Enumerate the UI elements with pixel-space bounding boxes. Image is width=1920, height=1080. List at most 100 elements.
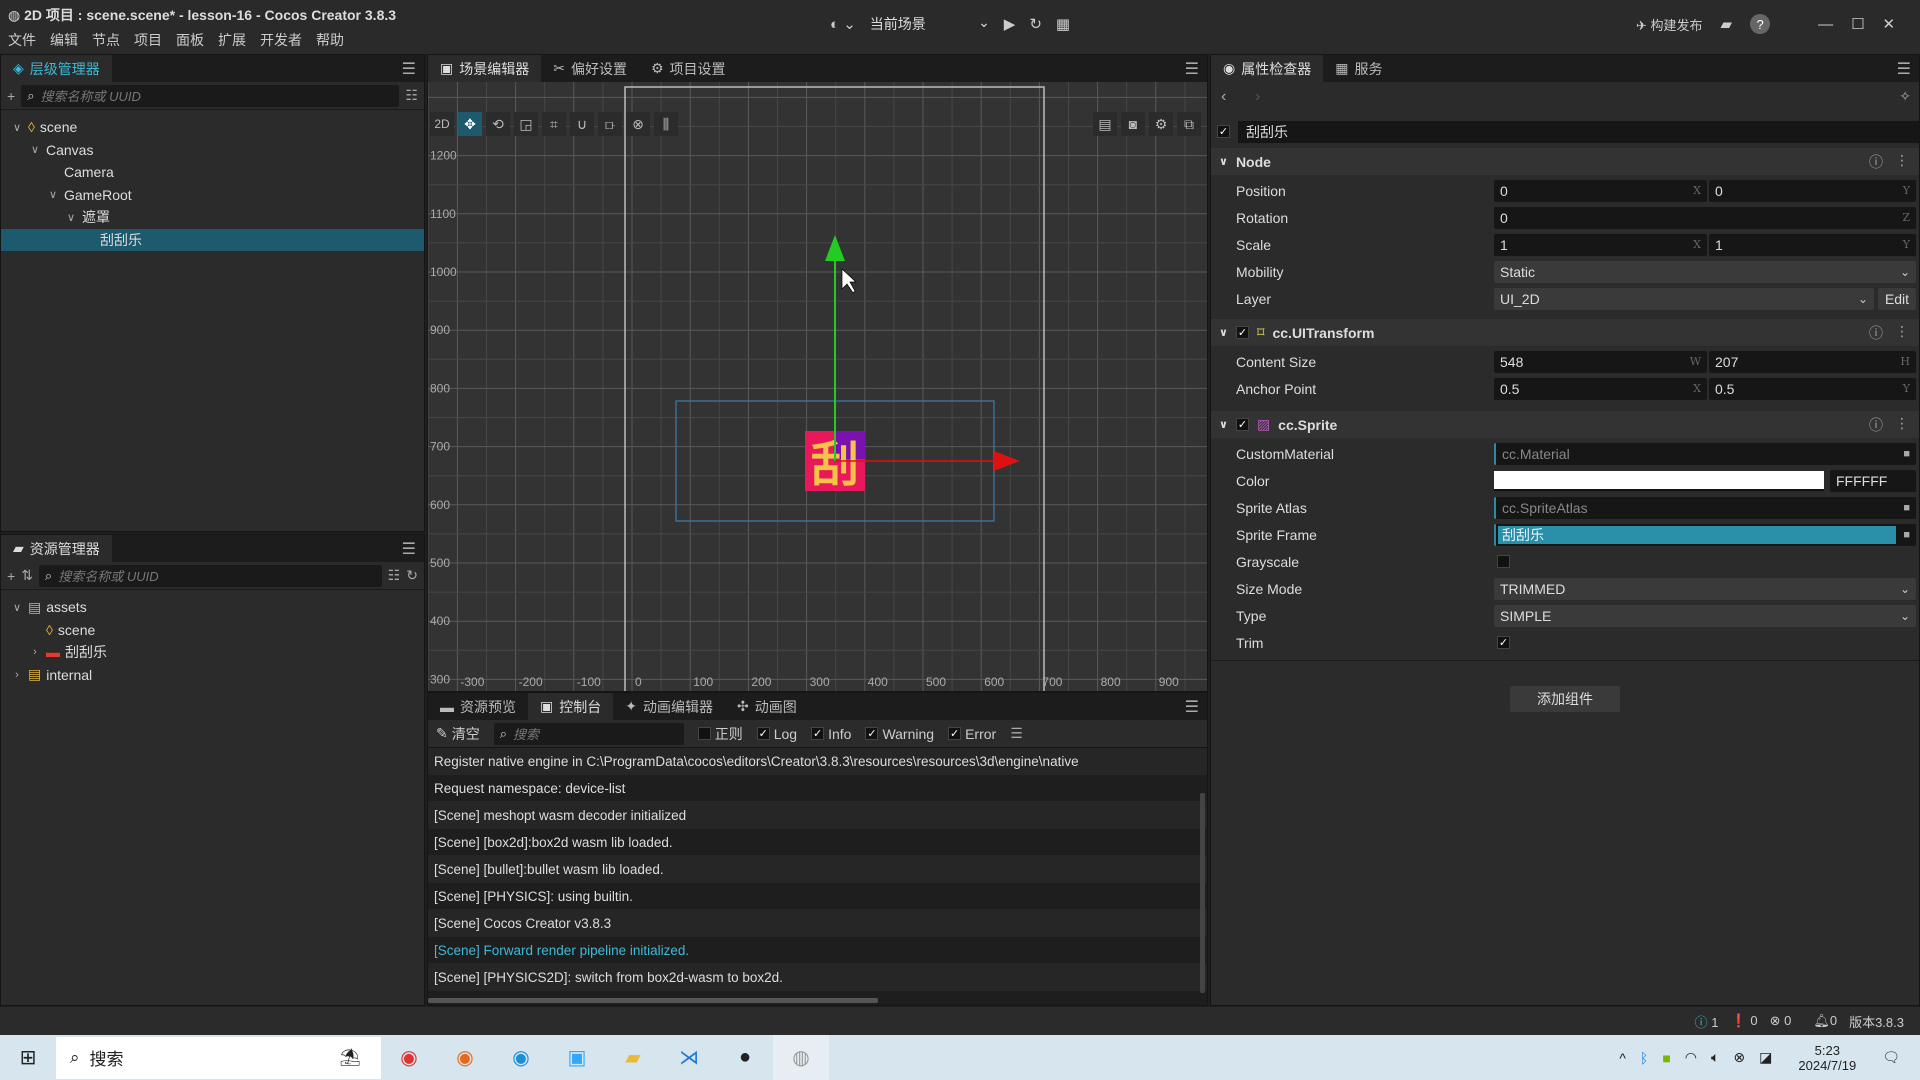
tree-item[interactable]: ◊ scene bbox=[1, 619, 424, 642]
hierarchy-search-input[interactable]: ⌕ 搜索名称或 UUID bbox=[21, 84, 400, 107]
tab-asset-preview[interactable]: ▬ 资源预览 bbox=[428, 693, 528, 720]
log-line[interactable]: Request namespace: device-list bbox=[428, 775, 1207, 802]
nvidia-icon[interactable]: ■ bbox=[1662, 1050, 1670, 1066]
global-icon[interactable]: ⊗ bbox=[626, 112, 650, 136]
uitransform-enabled-checkbox[interactable]: ✓ bbox=[1235, 326, 1249, 339]
rotation-input[interactable]: 0Z bbox=[1494, 206, 1916, 229]
menu-file[interactable]: 文件 bbox=[8, 30, 36, 50]
scale-y-input[interactable]: 1Y bbox=[1709, 233, 1916, 256]
tree-item[interactable]: ∨ 遮罩 bbox=[1, 206, 424, 229]
platform-icon[interactable]: ◐ ⌄ bbox=[830, 15, 856, 33]
lock-icon[interactable]: ■ bbox=[1903, 502, 1910, 514]
more-icon[interactable]: ⋮ bbox=[1895, 415, 1909, 435]
chevron-down-icon[interactable]: ∨ bbox=[11, 601, 23, 614]
tab-scene-editor[interactable]: ▣ 场景编辑器 bbox=[428, 55, 542, 82]
align-icon[interactable]: ⫼ bbox=[654, 112, 678, 136]
rotate-tool-icon[interactable]: ⟲ bbox=[486, 112, 510, 136]
filter-error[interactable]: ✓ Error bbox=[948, 724, 996, 744]
refresh-icon[interactable]: ↻ bbox=[406, 567, 418, 584]
checkbox[interactable]: ✓ bbox=[811, 727, 825, 740]
mobility-select[interactable]: Static ⌄ bbox=[1494, 260, 1916, 283]
photoshop-icon[interactable]: ▣ bbox=[549, 1035, 605, 1080]
help-icon[interactable]: ? bbox=[1750, 14, 1771, 34]
chevron-down-icon[interactable]: ∨ bbox=[65, 211, 77, 224]
rect-tool-icon[interactable]: ⌗ bbox=[542, 112, 566, 136]
play-icon[interactable]: ▶ bbox=[1004, 15, 1016, 33]
close-button[interactable]: ✕ bbox=[1883, 15, 1896, 33]
pin-icon[interactable]: ✧ bbox=[1899, 88, 1911, 105]
frame-icon[interactable]: ▤ bbox=[1093, 112, 1117, 136]
scene-viewport[interactable]: -300 -200 -100 0 100 200 300 400 500 600 700 800 900… bbox=[428, 82, 1207, 691]
cocos-dashboard-icon[interactable]: ◍ bbox=[773, 1035, 829, 1080]
tree-item[interactable]: › ▬ 刮刮乐 bbox=[1, 641, 424, 664]
node-section-header[interactable]: ∨ Node ⓘ ⋮ bbox=[1211, 148, 1919, 175]
clear-button[interactable]: ✎ 清空 bbox=[436, 724, 480, 744]
tree-item[interactable]: 刮刮乐 bbox=[1, 228, 424, 251]
notification-count[interactable]: 🔔︎0 bbox=[1813, 1013, 1837, 1029]
position-y-input[interactable]: 0Y bbox=[1709, 179, 1916, 202]
tab-preferences[interactable]: ✂ 偏好设置 bbox=[541, 55, 639, 82]
sprite-atlas-field[interactable]: cc.SpriteAtlas ■ bbox=[1494, 496, 1916, 519]
node-name-input[interactable]: 刮刮乐 bbox=[1238, 120, 1919, 143]
menu-help[interactable]: 帮助 bbox=[316, 30, 344, 50]
gear-icon[interactable]: ⚙ bbox=[1149, 112, 1173, 136]
anchor-y-input[interactable]: 0.5 Y bbox=[1709, 377, 1916, 400]
scale-x-input[interactable]: 1X bbox=[1494, 233, 1707, 256]
custom-material-field[interactable]: cc.Material ■ bbox=[1494, 442, 1916, 465]
tree-item[interactable]: Camera bbox=[1, 161, 424, 184]
tab-animation-graph[interactable]: ✣ 动画图 bbox=[725, 693, 809, 720]
size-mode-select[interactable]: TRIMMED ⌄ bbox=[1494, 577, 1916, 600]
bluetooth-icon[interactable]: ᛒ bbox=[1640, 1050, 1648, 1066]
taskbar-search[interactable]: ⌕ 搜索 ⛱ bbox=[56, 1036, 381, 1079]
edge-icon[interactable]: ◉ bbox=[493, 1035, 549, 1080]
add-icon[interactable]: + bbox=[7, 88, 15, 104]
tree-item[interactable]: ∨ ▤ assets bbox=[1, 596, 424, 619]
menu-project[interactable]: 项目 bbox=[134, 30, 162, 50]
chevron-down-icon[interactable]: ∨ bbox=[11, 121, 23, 134]
panel-menu-icon[interactable]: ☰ bbox=[1177, 55, 1207, 82]
2d-toggle[interactable]: 2D bbox=[430, 112, 454, 136]
tab-animation-editor[interactable]: ✦ 动画编辑器 bbox=[613, 693, 725, 720]
node-active-checkbox[interactable]: ✓ bbox=[1217, 125, 1230, 138]
position-x-input[interactable]: 0X bbox=[1494, 179, 1707, 202]
menu-extension[interactable]: 扩展 bbox=[218, 30, 246, 50]
lock-icon[interactable]: ■ bbox=[1903, 529, 1910, 541]
minimize-button[interactable]: — bbox=[1818, 16, 1833, 33]
filter-info[interactable]: ✓ Info bbox=[811, 724, 851, 744]
color-swatch[interactable] bbox=[1494, 470, 1824, 491]
chevron-down-icon[interactable]: ∨ bbox=[47, 188, 59, 201]
log-file-icon[interactable]: ☰ bbox=[1010, 725, 1023, 742]
firefox-icon[interactable]: ◉ bbox=[437, 1035, 493, 1080]
assets-search-input[interactable]: ⌕ 搜索名称或 UUID bbox=[38, 564, 382, 587]
uitransform-section-header[interactable]: ∨ ✓ ⌑ cc.UITransform ⓘ ⋮ bbox=[1211, 319, 1919, 346]
type-select[interactable]: SIMPLE ⌄ bbox=[1494, 604, 1916, 627]
log-line[interactable]: [Scene] meshopt wasm decoder initialized bbox=[428, 802, 1207, 829]
help-icon[interactable]: ⓘ bbox=[1869, 323, 1883, 343]
panel-menu-icon[interactable]: ☰ bbox=[394, 535, 424, 562]
help-icon[interactable]: ⓘ bbox=[1869, 152, 1883, 172]
log-line[interactable]: Register native engine in C:\ProgramData… bbox=[428, 748, 1207, 775]
vscode-icon[interactable]: ⋊ bbox=[661, 1035, 717, 1080]
refresh-icon[interactable]: ↻ bbox=[1029, 15, 1042, 33]
tab-project-settings[interactable]: ⚙ 项目设置 bbox=[639, 55, 738, 82]
filter-正则[interactable]: 正则 bbox=[697, 724, 743, 744]
menu-node[interactable]: 节点 bbox=[92, 30, 120, 50]
scene-settings-icon[interactable]: ⧉ bbox=[1177, 112, 1201, 136]
menu-developer[interactable]: 开发者 bbox=[260, 30, 302, 50]
log-line[interactable]: [Scene] [PHYSICS2D]: switch from box2d-w… bbox=[428, 964, 1207, 991]
tab-inspector[interactable]: ◉ 属性检查器 bbox=[1211, 55, 1324, 82]
list-toggle-icon[interactable]: ☷ bbox=[388, 567, 401, 584]
volume-icon[interactable]: 🔈︎ bbox=[1711, 1049, 1719, 1066]
checkbox[interactable]: ✓ bbox=[756, 727, 770, 740]
menu-panel[interactable]: 面板 bbox=[176, 30, 204, 50]
anchor-x-input[interactable]: 0.5 X bbox=[1494, 377, 1707, 400]
magnet-icon[interactable]: ∪ bbox=[570, 112, 594, 136]
scale-tool-icon[interactable]: ◲ bbox=[514, 112, 538, 136]
content-width-input[interactable]: 548 W bbox=[1494, 350, 1707, 373]
windows-start-icon[interactable]: ⊞ bbox=[0, 1035, 56, 1080]
sprite-enabled-checkbox[interactable]: ✓ bbox=[1235, 418, 1249, 431]
tray-app-icon[interactable]: ◪ bbox=[1759, 1049, 1772, 1066]
tab-console[interactable]: ▣ 控制台 bbox=[528, 693, 614, 720]
tab-services[interactable]: ▦ 服务 bbox=[1323, 55, 1394, 82]
log-line[interactable]: [Scene] [PHYSICS]: using builtin. bbox=[428, 883, 1207, 910]
